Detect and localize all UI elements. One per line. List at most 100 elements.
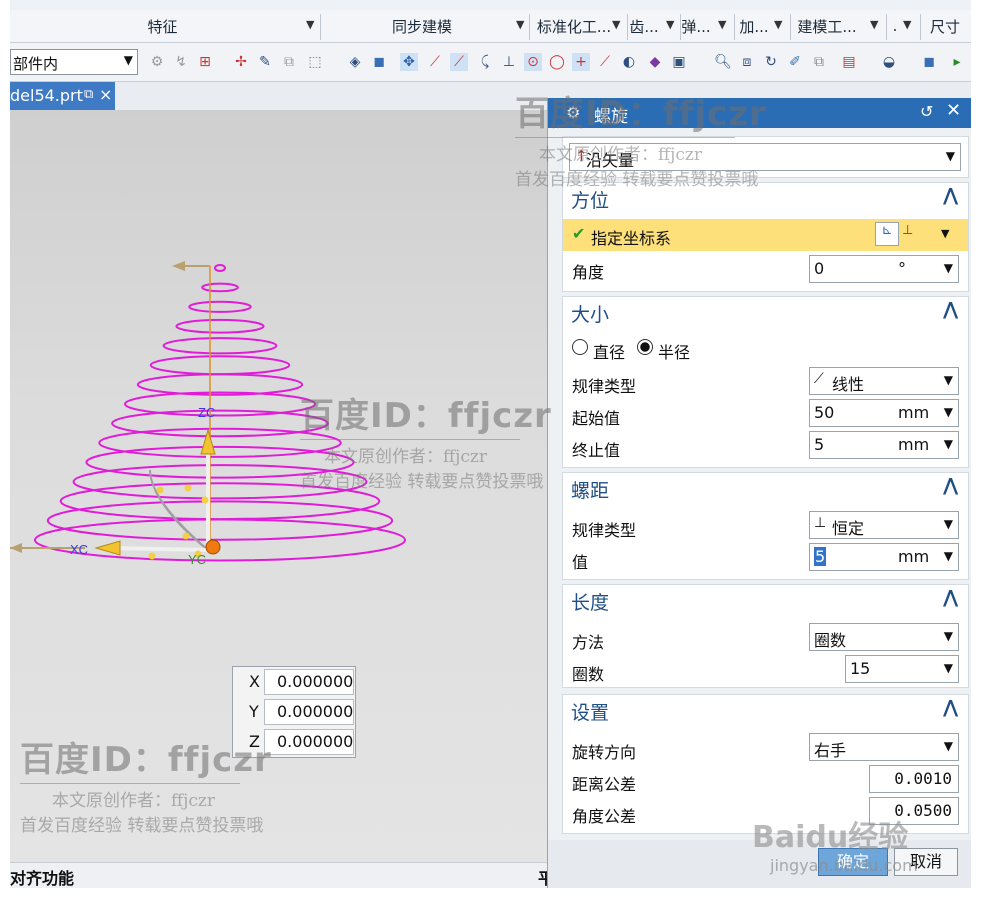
cube-icon[interactable]: ◼ bbox=[370, 53, 388, 71]
length-header[interactable]: 长度 ⋀ bbox=[563, 585, 968, 615]
z-arrow-icon[interactable] bbox=[200, 428, 216, 455]
close-icon[interactable]: × bbox=[99, 85, 112, 104]
ribbon-group-machining[interactable]: 加... bbox=[736, 10, 772, 42]
specify-csys-row[interactable]: ✔ 指定坐标系 ⊾ ⟂ ▼ bbox=[563, 219, 968, 251]
size-header[interactable]: 大小 ⋀ bbox=[563, 297, 968, 327]
chevron-up-icon[interactable]: ⋀ bbox=[943, 299, 958, 320]
angle-tolerance-field[interactable]: 0.0500 bbox=[869, 797, 959, 825]
turns-field[interactable]: 15 ▼ bbox=[845, 655, 959, 683]
chevron-down-icon[interactable]: ▼ bbox=[666, 18, 674, 31]
snap-point-icon[interactable]: ⊞ bbox=[196, 53, 214, 71]
chevron-down-icon[interactable]: ▼ bbox=[903, 18, 911, 31]
x-arrow-icon[interactable] bbox=[94, 540, 121, 556]
rotate-icon[interactable]: ↻ bbox=[762, 53, 780, 71]
chevron-down-icon[interactable]: ▼ bbox=[774, 18, 782, 31]
ribbon-group-more[interactable]: . bbox=[890, 10, 900, 42]
angle-field[interactable]: 0 ° ▼ bbox=[809, 255, 959, 283]
reset-icon[interactable]: ↺ bbox=[920, 102, 933, 121]
line-icon[interactable]: ⟋ bbox=[450, 53, 468, 71]
coord-y-field[interactable]: 0.000000 bbox=[264, 699, 354, 725]
intersect-icon[interactable]: ⊥ bbox=[500, 53, 518, 71]
layer-icon[interactable]: ▤ bbox=[840, 53, 858, 71]
close-icon[interactable]: ✕ bbox=[946, 100, 961, 121]
helix-turn bbox=[149, 355, 291, 376]
chevron-down-icon[interactable]: ▼ bbox=[718, 18, 726, 31]
pin-icon[interactable]: ⧉ bbox=[84, 87, 93, 102]
chevron-up-icon[interactable]: ⋀ bbox=[943, 185, 958, 206]
start-value-field[interactable]: 50 mm ▼ bbox=[809, 399, 959, 427]
cancel-button[interactable]: 取消 bbox=[894, 848, 958, 876]
ribbon-group-gear[interactable]: 齿... bbox=[628, 10, 660, 42]
midpoint-icon[interactable]: ⟋ bbox=[426, 53, 444, 71]
ribbon-group-feature[interactable]: 特征 bbox=[10, 10, 315, 42]
arrow-icon[interactable]: ↯ bbox=[172, 53, 190, 71]
view-icon[interactable]: ⧉ bbox=[810, 53, 828, 71]
ribbon-group-sync-modeling[interactable]: 同步建模 bbox=[322, 10, 522, 42]
handle-dot[interactable] bbox=[182, 532, 190, 540]
tab-part-file[interactable]: del54.prt ⧉ × bbox=[10, 82, 115, 110]
ribbon-label: 尺寸 bbox=[930, 17, 961, 36]
center-icon[interactable]: ⊙ bbox=[524, 53, 542, 71]
handle-dot[interactable] bbox=[148, 552, 156, 560]
csys-dialog-icon[interactable]: ⊾ bbox=[875, 222, 899, 246]
ribbon-group-spring[interactable]: 弹... bbox=[680, 10, 712, 42]
size-law-dropdown[interactable]: ⟋ 线性 ▼ bbox=[809, 367, 959, 395]
shaded-icon[interactable]: ◈ bbox=[346, 53, 364, 71]
pitch-law-dropdown[interactable]: ⊥ 恒定 ▼ bbox=[809, 511, 959, 539]
pan-icon[interactable]: ✐ bbox=[786, 53, 804, 71]
box-icon[interactable]: ▣ bbox=[670, 53, 688, 71]
radius-radio[interactable] bbox=[637, 339, 653, 355]
chevron-down-icon[interactable]: ▼ bbox=[612, 18, 620, 31]
chevron-up-icon[interactable]: ⋀ bbox=[943, 697, 958, 718]
curve-icon[interactable]: ⤹ bbox=[476, 53, 494, 71]
length-method-dropdown[interactable]: 圈数 ▼ bbox=[809, 623, 959, 651]
zoom-box-icon[interactable]: ⧈ bbox=[738, 53, 756, 71]
ribbon-group-modeling-tools[interactable]: 建模工... bbox=[792, 10, 862, 42]
handle-dot[interactable] bbox=[201, 496, 209, 504]
diagonal-icon[interactable]: ⟋ bbox=[596, 53, 614, 71]
type-dropdown[interactable]: 沿矢量 ↑ ▼ bbox=[569, 143, 961, 171]
circle-point-icon[interactable]: ◯ bbox=[548, 53, 566, 71]
pitch-header[interactable]: 螺距 ⋀ bbox=[563, 473, 968, 503]
group-icon[interactable]: ⧉ bbox=[280, 53, 298, 71]
chevron-down-icon[interactable]: ▼ bbox=[306, 18, 314, 31]
helix-turn bbox=[124, 391, 316, 417]
play-icon[interactable]: ▸ bbox=[948, 53, 966, 71]
ok-button[interactable]: 确定 bbox=[818, 848, 888, 876]
rectangle-select-icon[interactable]: ⬚ bbox=[306, 53, 324, 71]
chevron-down-icon[interactable]: ▼ bbox=[870, 18, 878, 31]
origin-handle[interactable] bbox=[205, 539, 221, 555]
graphics-viewport[interactable]: ZC XC YC X 0.000000 Y 0.000000 Z 0.00000… bbox=[10, 110, 550, 862]
pole-icon[interactable]: ◆ bbox=[646, 53, 664, 71]
end-value-field[interactable]: 5 mm ▼ bbox=[809, 431, 959, 459]
zc-label: ZC bbox=[198, 405, 215, 420]
coord-z-field[interactable]: 0.000000 bbox=[264, 729, 354, 755]
csys-axes-icon[interactable]: ⟂ bbox=[903, 222, 933, 246]
distance-tolerance-field[interactable]: 0.0010 bbox=[869, 765, 959, 793]
scope-select[interactable]: 部件内 ▼ bbox=[10, 49, 138, 75]
ribbon-group-dimension[interactable]: 尺寸 bbox=[930, 10, 971, 42]
render-icon[interactable]: ◒ bbox=[880, 53, 898, 71]
filter-icon[interactable]: ⚙ bbox=[148, 53, 166, 71]
shade-cube-icon[interactable]: ◼ bbox=[920, 53, 938, 71]
start-value-row: 起始值 50 mm ▼ bbox=[563, 399, 968, 431]
chevron-down-icon[interactable]: ▼ bbox=[941, 227, 949, 240]
chevron-down-icon[interactable]: ▼ bbox=[516, 18, 524, 31]
coord-x-field[interactable]: 0.000000 bbox=[264, 669, 354, 695]
diameter-radio[interactable] bbox=[572, 339, 588, 355]
chevron-up-icon[interactable]: ⋀ bbox=[943, 587, 958, 608]
tangent-icon[interactable]: ✎ bbox=[256, 53, 274, 71]
endpoint-snap-icon[interactable]: ✥ bbox=[400, 53, 418, 71]
pitch-value-field[interactable]: 5 mm ▼ bbox=[809, 543, 959, 571]
point-icon[interactable]: ✢ bbox=[232, 53, 250, 71]
direction-dropdown[interactable]: 右手 ▼ bbox=[809, 733, 959, 761]
face-icon[interactable]: ◐ bbox=[620, 53, 638, 71]
handle-dot[interactable] bbox=[184, 484, 192, 492]
chevron-up-icon[interactable]: ⋀ bbox=[943, 475, 958, 496]
cross-icon[interactable]: + bbox=[572, 53, 590, 71]
handle-dot[interactable] bbox=[156, 486, 164, 494]
ribbon-group-standard[interactable]: 标准化工... bbox=[528, 10, 620, 42]
settings-header[interactable]: 设置 ⋀ bbox=[563, 695, 968, 725]
zoom-icon[interactable]: 🔍︎ bbox=[714, 53, 732, 71]
orientation-header[interactable]: 方位 ⋀ bbox=[563, 183, 968, 213]
